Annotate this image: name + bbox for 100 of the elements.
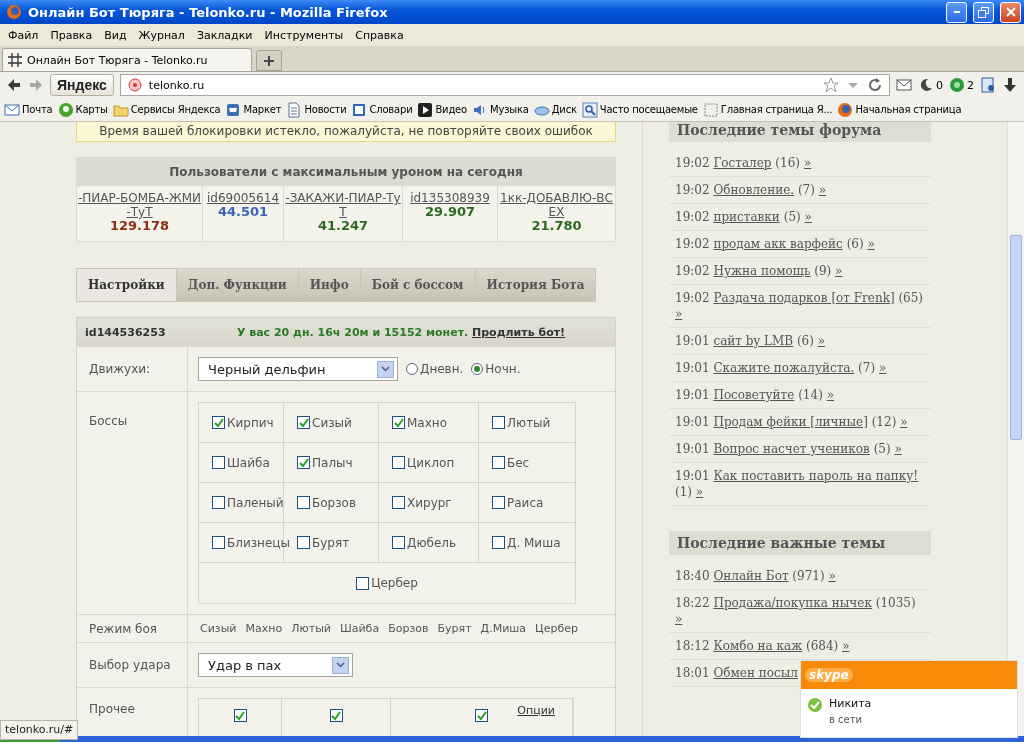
topic-link[interactable]: сайт by LMB [713,334,794,348]
checkbox[interactable] [356,576,370,590]
menu-item[interactable]: Закладки [190,28,259,42]
checkbox[interactable] [492,536,505,549]
more-link[interactable]: » [828,569,836,583]
bookmark-link[interactable]: Главная страница Я... [720,104,833,115]
menu-item[interactable]: Журнал [132,28,191,42]
section-tab[interactable]: Настройки [76,268,177,302]
user-link[interactable]: -ЗАКАЖИ-ПИАР-ТуТ [284,191,402,219]
checkbox[interactable] [297,536,310,549]
user-link[interactable]: -ПИАР-БОМБА-ЖМИ-ТуТ [77,191,202,219]
menu-item[interactable]: Правка [44,28,99,42]
checkbox[interactable] [475,709,488,722]
more-link[interactable]: » [803,156,812,170]
mode-option[interactable]: Махно [245,622,283,635]
topic-link[interactable]: Скажите пожалуйста. [713,361,855,375]
radio-button[interactable] [406,363,418,375]
checkbox[interactable] [392,456,405,469]
select-field[interactable]: Удар в пах [198,653,353,677]
topic-link[interactable]: Продажа/покупка нычек [713,596,872,610]
mode-option[interactable]: Д.Миша [480,622,527,635]
more-link[interactable]: » [675,612,683,626]
topic-link[interactable]: Обновление. [713,183,795,197]
checkbox[interactable] [329,709,343,722]
topic-link[interactable]: Как поставить пароль на папку! [713,469,919,483]
browser-tab[interactable]: Онлайн Бот Тюряга - Telonko.ru [2,48,252,71]
topic-link[interactable]: Нужна помощь [713,264,811,278]
section-tab[interactable]: Бой с боссом [360,268,476,302]
yandex-button[interactable]: Яндекс [50,74,114,96]
section-tab[interactable]: Инфо [298,268,361,302]
checkbox[interactable] [212,496,225,509]
checkbox[interactable] [212,416,225,429]
topic-link[interactable]: Посоветуйте [713,388,795,402]
checkbox[interactable] [492,416,505,429]
menu-item[interactable]: Справка [349,28,410,42]
checkbox[interactable] [392,536,405,549]
more-link[interactable]: » [826,388,834,402]
menu-item[interactable]: Инструменты [258,28,350,42]
topic-link[interactable]: Комбо на каж [713,639,803,653]
topic-link[interactable]: Онлайн Бот [713,569,789,583]
topic-link[interactable]: Раздача подарков [от Frenk] [713,291,895,305]
topic-link[interactable]: Вопрос насчет учеников [713,442,870,456]
topic-link[interactable]: Продам фейки [личные] [713,415,868,429]
new-tab-button[interactable] [256,50,282,71]
extend-link[interactable]: Продлить бот! [472,325,566,339]
address-field[interactable]: telonko.ru [119,74,890,96]
select-field[interactable]: Черный дельфин [198,357,398,381]
checkbox[interactable] [392,496,405,509]
checkbox[interactable] [297,456,310,469]
checkbox[interactable] [492,456,505,469]
bookmark-link[interactable]: Карты [75,104,108,115]
bookmark-link[interactable]: Словари [369,104,413,115]
restore-button[interactable] [973,1,994,23]
bookmark-link[interactable]: Новости [304,104,347,115]
mode-option[interactable]: Лютый [291,622,331,635]
mode-option[interactable]: Сизый [200,622,237,635]
more-link[interactable]: » [675,307,683,321]
menu-item[interactable]: Файл [2,28,45,42]
topic-link[interactable]: Госталер [713,156,772,170]
bookmark-link[interactable]: Сервисы Яндекса [130,104,221,115]
section-tab[interactable]: История Бота [475,268,597,302]
mode-option[interactable]: Шайба [339,622,380,635]
topic-link[interactable]: Обмен посыл [713,666,798,680]
minimize-button[interactable] [946,1,967,23]
mode-option[interactable]: Бурят [437,622,472,635]
more-link[interactable]: » [818,183,827,197]
more-link[interactable]: » [842,639,850,653]
more-link[interactable]: » [878,361,887,375]
more-link[interactable]: » [817,334,826,348]
bookmark-link[interactable]: Диск [551,104,577,115]
more-link[interactable]: » [695,485,704,499]
more-link[interactable]: » [835,264,843,278]
more-link[interactable]: » [867,237,875,251]
bookmark-link[interactable]: Маркет [243,104,282,115]
bookmark-link[interactable]: Музыка [490,104,529,115]
bookmark-link[interactable]: Видео [435,104,467,115]
more-link[interactable]: » [804,210,812,224]
mode-option[interactable]: Цербер [535,622,578,635]
bookmark-link[interactable]: Начальная страница [855,104,962,115]
scrollbar[interactable] [1007,122,1024,736]
topic-link[interactable]: продам акк варфейс [713,237,843,251]
checkbox[interactable] [297,416,310,429]
menu-item[interactable]: Вид [98,28,133,42]
close-button[interactable] [1000,1,1021,23]
checkbox[interactable] [492,496,505,509]
checkbox[interactable] [212,456,225,469]
checkbox[interactable] [233,709,247,722]
more-link[interactable]: » [900,415,908,429]
checkbox[interactable] [297,496,310,509]
bookmark-link[interactable]: Почта [22,104,53,115]
user-link[interactable]: id69005614 [203,191,283,205]
more-link[interactable]: » [894,442,902,456]
radio-button[interactable] [471,363,484,375]
bookmark-link[interactable]: Часто посещаемые [599,104,698,115]
user-link[interactable]: 1кк-ДОБАВЛЮ-ВСЕХ [498,191,615,219]
checkbox[interactable] [212,536,225,549]
section-tab[interactable]: Доп. Функции [176,268,299,302]
user-link[interactable]: id135308939 [403,191,497,205]
mode-option[interactable]: Борзов [388,622,429,635]
topic-link[interactable]: приставки [713,210,780,224]
